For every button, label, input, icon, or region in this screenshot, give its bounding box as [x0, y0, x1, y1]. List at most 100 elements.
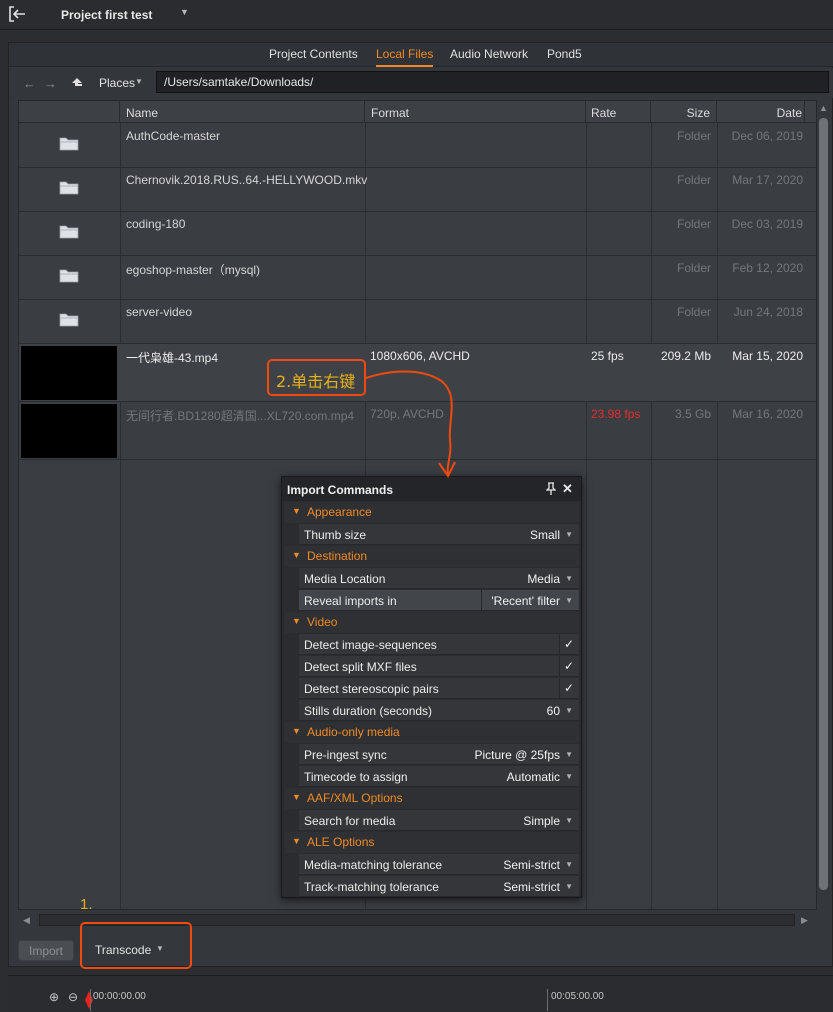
setting-value[interactable]: 'Recent' filter	[491, 594, 560, 608]
table-row[interactable]: server-video Folder Jun 24, 2018	[19, 300, 816, 344]
pin-icon[interactable]	[546, 482, 556, 495]
section-appearance[interactable]: ▼ Appearance	[285, 502, 579, 523]
tab-project-contents[interactable]: Project Contents	[269, 47, 358, 67]
setting-media-matching-tolerance[interactable]: Media-matching tolerance Semi-strict ▼	[299, 854, 579, 875]
folder-icon	[59, 181, 79, 195]
file-name: AuthCode-master	[126, 129, 221, 143]
checkmark-icon[interactable]: ✓	[564, 681, 574, 695]
section-label: Destination	[307, 549, 368, 563]
column-header-format[interactable]: Format	[365, 101, 586, 123]
chevron-down-icon[interactable]: ▼	[565, 860, 573, 869]
file-date: Mar 16, 2020	[732, 407, 803, 421]
scroll-left-arrow-icon[interactable]: ◀	[23, 915, 30, 926]
chevron-down-icon[interactable]: ▼	[565, 574, 573, 583]
setting-value[interactable]: Picture @ 25fps	[474, 748, 560, 762]
setting-label: Reveal imports in	[304, 594, 397, 608]
chevron-down-icon[interactable]: ▼	[565, 530, 573, 539]
file-size: Folder	[676, 261, 711, 275]
setting-value[interactable]: Media	[527, 572, 560, 586]
setting-stills-duration[interactable]: Stills duration (seconds) 60 ▼	[299, 700, 579, 721]
setting-label: Thumb size	[304, 528, 367, 542]
setting-timecode-assign[interactable]: Timecode to assign Automatic ▼	[299, 766, 579, 787]
places-dropdown[interactable]: Places	[99, 76, 135, 90]
section-destination[interactable]: ▼ Destination	[285, 546, 579, 567]
setting-media-location[interactable]: Media Location Media ▼	[299, 568, 579, 589]
close-icon[interactable]: ✕	[562, 481, 573, 497]
setting-search-media[interactable]: Search for media Simple ▼	[299, 810, 579, 831]
setting-detect-stereoscopic[interactable]: Detect stereoscopic pairs ✓	[299, 678, 579, 699]
scroll-right-arrow-icon[interactable]: ▶	[801, 915, 808, 926]
setting-detect-image-sequences[interactable]: Detect image-sequences ✓	[299, 634, 579, 655]
setting-label: Detect stereoscopic pairs	[304, 682, 439, 696]
setting-reveal-imports[interactable]: Reveal imports in 'Recent' filter ▼	[299, 590, 579, 611]
table-row[interactable]: Chernovik.2018.RUS..64.-HELLYWOOD.mkv Fo…	[19, 168, 816, 212]
column-header-thumb	[19, 101, 120, 123]
table-row[interactable]: AuthCode-master Folder Dec 06, 2019	[19, 124, 816, 168]
setting-value[interactable]: Simple	[523, 814, 560, 828]
setting-value[interactable]: Automatic	[507, 770, 560, 784]
setting-pre-ingest-sync[interactable]: Pre-ingest sync Picture @ 25fps ▼	[299, 744, 579, 765]
playhead-icon[interactable]	[85, 991, 93, 1009]
setting-value[interactable]: Semi-strict	[503, 858, 560, 872]
video-thumbnail	[21, 346, 117, 400]
chevron-down-icon[interactable]: ▼	[565, 750, 573, 759]
tab-audio-network[interactable]: Audio Network	[450, 47, 528, 67]
chevron-down-icon[interactable]: ▼	[565, 772, 573, 781]
setting-detect-split-mxf[interactable]: Detect split MXF files ✓	[299, 656, 579, 677]
chevron-down-icon[interactable]: ▼	[565, 706, 573, 715]
checkmark-icon[interactable]: ✓	[564, 637, 574, 651]
chevron-down-icon[interactable]: ▼	[565, 816, 573, 825]
checkmark-icon[interactable]: ✓	[564, 659, 574, 673]
file-rate: 23.98 fps	[591, 407, 641, 421]
column-header-size[interactable]: Size	[651, 101, 717, 123]
file-name: Chernovik.2018.RUS..64.-HELLYWOOD.mkv	[126, 173, 368, 187]
project-title[interactable]: Project first test	[61, 8, 152, 22]
expand-arrow-icon: ▼	[292, 550, 301, 560]
setting-label: Media-matching tolerance	[304, 858, 443, 872]
timeline-bar[interactable]: ⊕ ⊖ 00:00:00.00 00:05:00.00	[8, 975, 833, 1012]
chevron-down-icon[interactable]: ▼	[565, 882, 573, 891]
column-header-rate[interactable]: Rate	[586, 101, 651, 123]
scrollbar-thumb[interactable]	[819, 118, 828, 890]
setting-track-matching-tolerance[interactable]: Track-matching tolerance Semi-strict ▼	[299, 876, 579, 897]
back-arrow-icon[interactable]: ←	[23, 76, 36, 91]
table-row[interactable]: egoshop-master（mysql) Folder Feb 12, 202…	[19, 256, 816, 300]
chevron-down-icon[interactable]: ▼	[180, 7, 189, 17]
file-size: Folder	[676, 217, 711, 231]
file-name: 无间行者.BD1280超清国...XL720.com.mp4	[126, 409, 355, 423]
section-audio-only[interactable]: ▼ Audio-only media	[285, 722, 579, 743]
annotation-highlight-box	[80, 922, 192, 969]
forward-arrow-icon[interactable]: →	[44, 76, 57, 91]
tab-local-files[interactable]: Local Files	[376, 47, 434, 67]
setting-value[interactable]: Small	[530, 528, 560, 542]
import-button[interactable]: Import	[18, 940, 74, 961]
tab-pond5[interactable]: Pond5	[547, 47, 582, 67]
exit-project-icon[interactable]	[8, 5, 28, 23]
zoom-out-icon[interactable]: ⊖	[68, 990, 78, 1004]
file-size: 209.2 Mb	[660, 349, 711, 363]
file-size: Folder	[676, 129, 711, 143]
scroll-up-arrow-icon[interactable]: ▲	[819, 103, 828, 113]
table-row[interactable]: coding-180 Folder Dec 03, 2019	[19, 212, 816, 256]
column-header-name[interactable]: Name	[120, 101, 365, 123]
section-ale[interactable]: ▼ ALE Options	[285, 832, 579, 853]
setting-thumb-size[interactable]: Thumb size Small ▼	[299, 524, 579, 545]
divider	[481, 590, 482, 611]
chevron-down-icon[interactable]: ▼	[135, 77, 143, 86]
section-aaf-xml[interactable]: ▼ AAF/XML Options	[285, 788, 579, 809]
up-folder-icon[interactable]	[70, 76, 84, 90]
setting-value[interactable]: Semi-strict	[503, 880, 560, 894]
section-video[interactable]: ▼ Video	[285, 612, 579, 633]
setting-value[interactable]: 60	[547, 704, 560, 718]
zoom-in-icon[interactable]: ⊕	[49, 990, 59, 1004]
vertical-scrollbar[interactable]: ▲	[815, 100, 832, 890]
chevron-down-icon[interactable]: ▼	[565, 596, 573, 605]
column-header-date[interactable]: Date	[717, 101, 805, 123]
file-name: coding-180	[126, 217, 186, 231]
divider	[559, 634, 560, 655]
setting-label: Timecode to assign	[304, 770, 408, 784]
setting-label: Track-matching tolerance	[304, 880, 439, 894]
section-label: Audio-only media	[307, 725, 400, 739]
source-tabs: Project Contents Local Files Audio Netwo…	[9, 43, 833, 67]
path-input[interactable]	[156, 71, 829, 93]
